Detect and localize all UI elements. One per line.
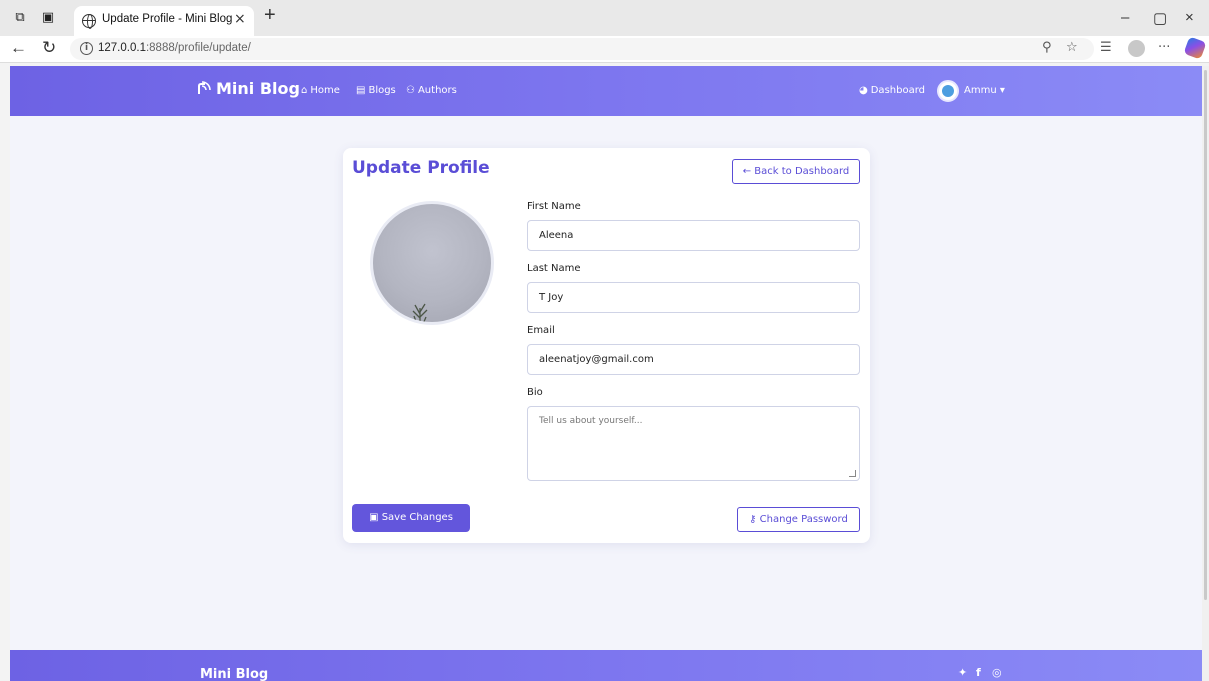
resize-handle-icon[interactable] xyxy=(849,470,856,477)
brand-logo[interactable]: Mini Blog xyxy=(196,79,300,98)
blog-logo-icon xyxy=(198,81,211,94)
authors-icon: ⚇ xyxy=(406,85,415,96)
more-options-icon[interactable]: ··· xyxy=(1158,40,1170,55)
brand-name: Mini Blog xyxy=(216,79,300,98)
site-navbar: Mini Blog ⌂ Home ▤ Blogs ⚇ Authors ◕ Dashboa… xyxy=(10,66,1202,116)
tab-close-icon[interactable]: × xyxy=(234,11,246,27)
bio-label: Bio xyxy=(527,387,543,398)
site-footer: Mini Blog ✦ f ◎ xyxy=(10,650,1202,681)
globe-icon xyxy=(82,14,96,29)
profile-picture[interactable] xyxy=(370,201,494,325)
nav-link-label: Blogs xyxy=(368,85,396,96)
new-tab-icon[interactable]: + xyxy=(264,4,276,27)
nav-link-label: Home xyxy=(310,85,340,96)
page-viewport: Mini Blog ⌂ Home ▤ Blogs ⚇ Authors ◕ Dashboa… xyxy=(10,66,1202,681)
update-profile-card: Update Profile ← Back to Dashboard First… xyxy=(343,148,870,543)
plant-image xyxy=(412,303,428,322)
nav-link-label: Dashboard xyxy=(870,85,925,96)
user-menu-dropdown[interactable]: Ammu ▾ xyxy=(964,85,1005,96)
first-name-input[interactable]: Aleena xyxy=(527,220,860,251)
back-arrow-icon[interactable]: ← xyxy=(10,38,27,58)
browser-tab-bar: ⧉ ▣ Update Profile - Mini Blog × + – ▢ × xyxy=(0,0,1209,36)
scrollbar-thumb[interactable] xyxy=(1204,70,1207,600)
key-icon: ⚷ xyxy=(749,514,760,525)
address-bar: ← ↻ i 127.0.0.1:8888/profile/update/ ⚲ ☆… xyxy=(0,36,1209,63)
window-close-icon[interactable]: × xyxy=(1185,9,1194,26)
footer-brand: Mini Blog xyxy=(200,667,269,681)
twitter-icon[interactable]: ✦ xyxy=(958,666,967,679)
change-password-button[interactable]: ⚷ Change Password xyxy=(737,507,860,532)
last-name-input[interactable]: T Joy xyxy=(527,282,860,313)
zoom-icon[interactable]: ⚲ xyxy=(1042,40,1052,55)
home-icon: ⌂ xyxy=(301,85,308,96)
nav-link-dashboard[interactable]: ◕ Dashboard xyxy=(859,85,925,96)
last-name-label: Last Name xyxy=(527,263,581,274)
copilot-icon[interactable] xyxy=(1183,36,1207,60)
facebook-icon[interactable]: f xyxy=(976,666,981,679)
first-name-label: First Name xyxy=(527,201,581,212)
url-text: 127.0.0.1:8888/profile/update/ xyxy=(98,42,251,54)
workspaces-icon[interactable]: ⧉ xyxy=(12,10,28,26)
save-changes-label: Save Changes xyxy=(381,512,453,523)
minimize-icon[interactable]: – xyxy=(1121,9,1129,26)
browser-tab[interactable]: Update Profile - Mini Blog × xyxy=(74,6,254,36)
nav-link-label: Authors xyxy=(417,85,457,96)
bio-placeholder: Tell us about yourself... xyxy=(539,416,643,426)
favorites-list-icon[interactable]: ☰ xyxy=(1100,40,1112,55)
tab-actions-icon[interactable]: ▣ xyxy=(40,10,56,26)
user-avatar[interactable] xyxy=(937,80,959,102)
refresh-icon[interactable]: ↻ xyxy=(42,38,56,58)
browser-profile-icon[interactable] xyxy=(1128,40,1145,57)
info-icon[interactable]: i xyxy=(80,42,93,55)
blogs-icon: ▤ xyxy=(356,85,366,96)
bio-textarea[interactable]: Tell us about yourself... xyxy=(527,406,860,481)
favorite-star-icon[interactable]: ☆ xyxy=(1066,40,1078,55)
restore-icon[interactable]: ▢ xyxy=(1153,9,1167,27)
save-icon: ▣ xyxy=(369,512,382,523)
dashboard-icon: ◕ xyxy=(859,85,868,96)
change-password-label: Change Password xyxy=(759,514,848,525)
nav-link-blogs[interactable]: ▤ Blogs xyxy=(356,85,396,96)
nav-link-authors[interactable]: ⚇ Authors xyxy=(406,85,457,96)
page-title: Update Profile xyxy=(352,158,490,178)
url-field[interactable]: i 127.0.0.1:8888/profile/update/ xyxy=(70,38,1094,60)
back-to-dashboard-button[interactable]: ← Back to Dashboard xyxy=(732,159,860,184)
nav-link-home[interactable]: ⌂ Home xyxy=(301,85,340,96)
save-changes-button[interactable]: ▣ Save Changes xyxy=(352,504,470,532)
email-input[interactable]: aleenatjoy@gmail.com xyxy=(527,344,860,375)
tab-title: Update Profile - Mini Blog xyxy=(102,13,233,25)
instagram-icon[interactable]: ◎ xyxy=(992,666,1002,679)
email-label: Email xyxy=(527,325,555,336)
